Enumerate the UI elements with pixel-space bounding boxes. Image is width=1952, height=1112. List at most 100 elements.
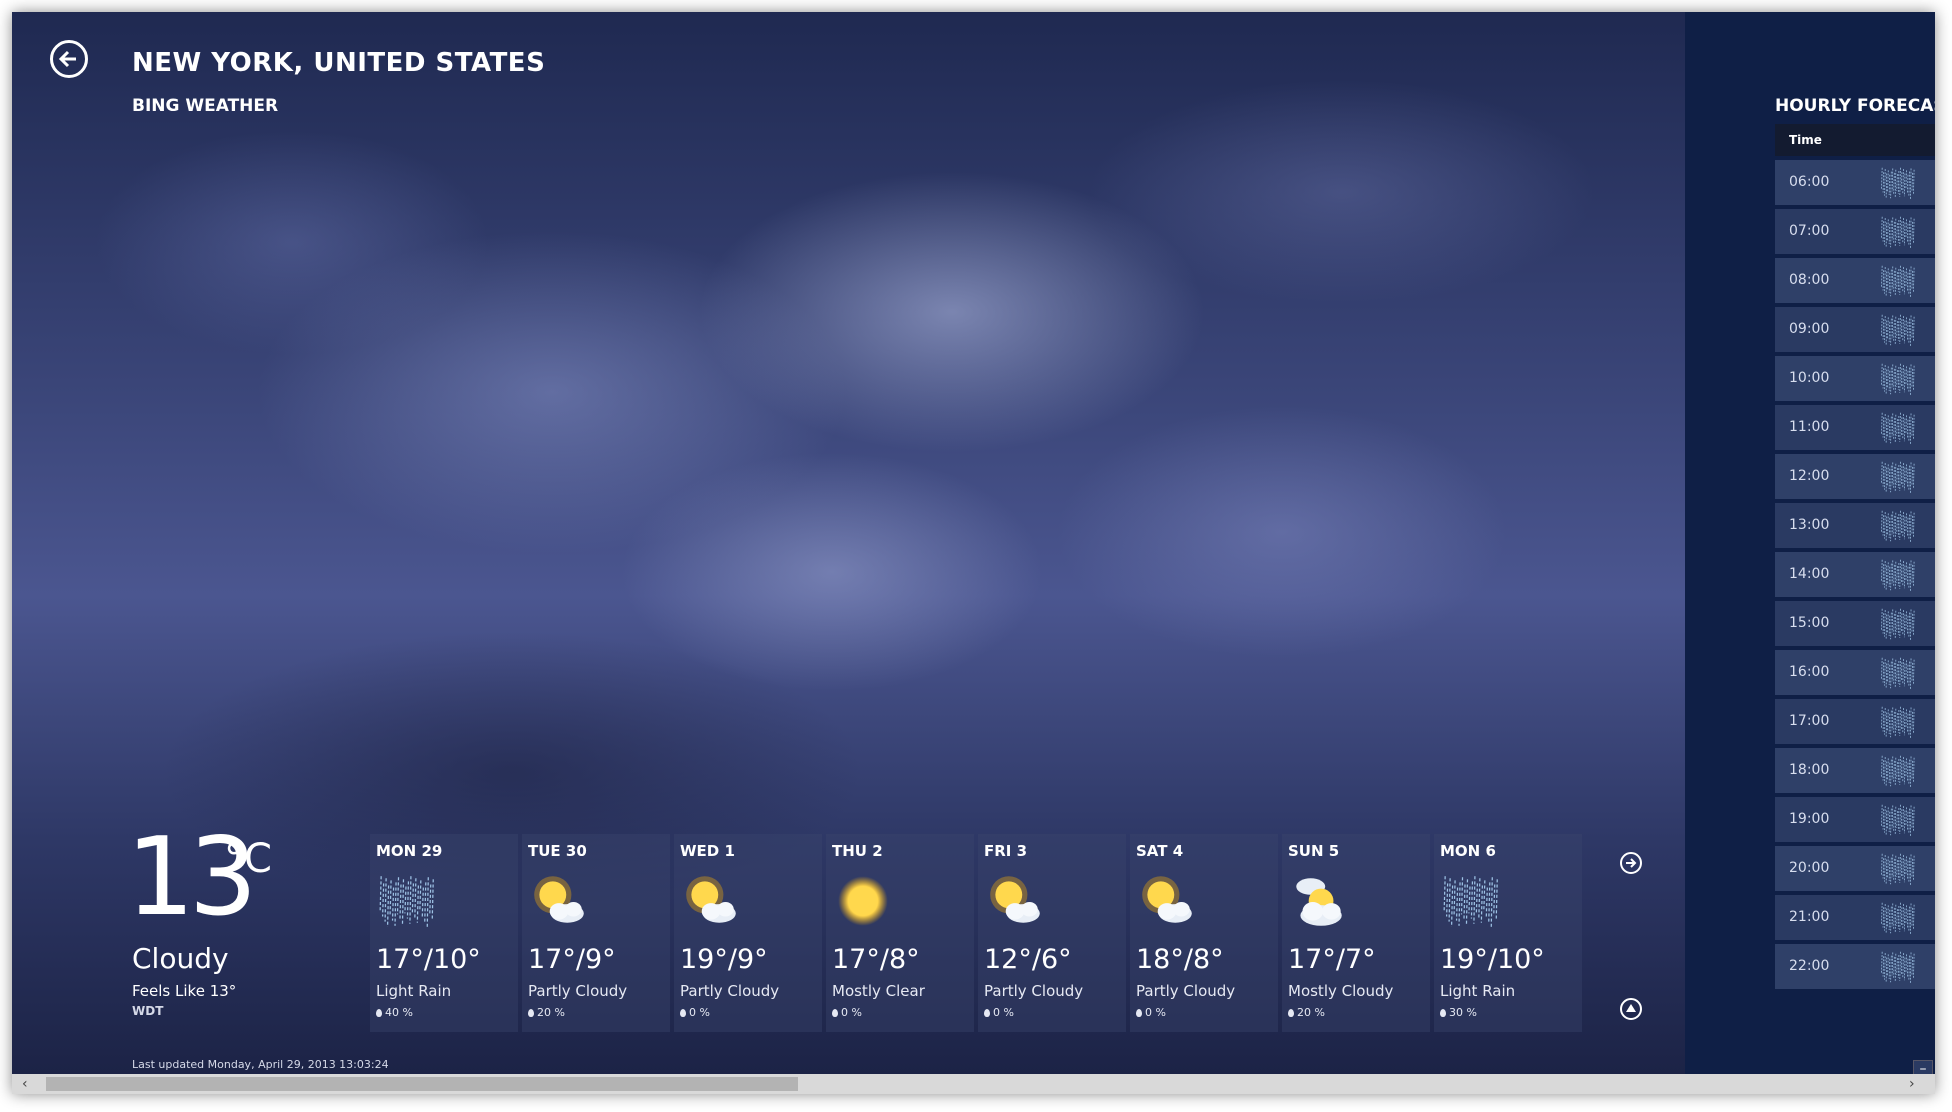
rain-icon <box>1879 213 1917 255</box>
day-condition: Partly Cloudy <box>680 982 780 1000</box>
mostly-cloudy-icon <box>1288 870 1350 936</box>
hour-time: 22:00 <box>1789 958 1830 974</box>
hourly-row: 13:00 <box>1775 503 1935 548</box>
hourly-row: 12:00 <box>1775 454 1935 499</box>
hour-time: 10:00 <box>1789 370 1830 386</box>
hourly-table: Time 06:00 07:00 08:00 09:00 10:00 11:00 12:00… <box>1775 124 1935 989</box>
horizontal-scrollbar[interactable]: ‹ › <box>12 1074 1935 1094</box>
precip-value: 0 % <box>993 1006 1014 1019</box>
day-tile[interactable]: SUN 5 17°/7° Mostly Cloudy 20 % <box>1282 834 1430 1032</box>
day-tile[interactable]: FRI 3 12°/6° Partly Cloudy 0 % <box>978 834 1126 1032</box>
rain-icon <box>1879 262 1917 304</box>
raindrop-icon <box>680 1009 686 1017</box>
day-precipitation: 20 % <box>528 1006 565 1019</box>
day-condition: Partly Cloudy <box>528 982 628 1000</box>
precip-value: 0 % <box>1145 1006 1166 1019</box>
hour-time: 17:00 <box>1789 713 1830 729</box>
day-name: WED 1 <box>680 842 735 860</box>
rain-icon <box>1879 703 1917 745</box>
day-condition: Light Rain <box>376 982 452 1000</box>
next-button[interactable] <box>1620 852 1642 874</box>
scroll-up-button[interactable] <box>1620 998 1642 1020</box>
day-condition: Mostly Cloudy <box>1288 982 1394 1000</box>
day-precipitation: 0 % <box>832 1006 862 1019</box>
arrow-right-icon <box>1626 858 1637 868</box>
day-condition: Light Rain <box>1440 982 1516 1000</box>
day-temps: 17°/9° <box>528 944 616 975</box>
hour-time: 13:00 <box>1789 517 1830 533</box>
feels-like: Feels Like 13° <box>132 982 237 1000</box>
hour-time: 12:00 <box>1789 468 1830 484</box>
scroll-right-icon[interactable]: › <box>1909 1074 1925 1094</box>
hourly-row: 07:00 <box>1775 209 1935 254</box>
rain-icon <box>1879 752 1917 794</box>
day-name: FRI 3 <box>984 842 1028 860</box>
hourly-row: 16:00 <box>1775 650 1935 695</box>
day-name: SAT 4 <box>1136 842 1184 860</box>
partly-cloudy-icon <box>1136 870 1198 936</box>
day-temps: 12°/6° <box>984 944 1072 975</box>
day-temps: 18°/8° <box>1136 944 1224 975</box>
rain-icon <box>1879 605 1917 647</box>
day-precipitation: 0 % <box>680 1006 710 1019</box>
hourly-row: 09:00 <box>1775 307 1935 352</box>
hour-time: 20:00 <box>1789 860 1830 876</box>
rain-icon <box>1879 409 1917 451</box>
current-condition: Cloudy <box>132 942 229 975</box>
daily-forecast: MON 29 17°/10° Light Rain 40 % TUE 30 17°/9° P… <box>370 834 1586 1032</box>
partly-cloudy-icon <box>984 870 1046 936</box>
day-temps: 19°/10° <box>1440 944 1545 975</box>
hour-time: 19:00 <box>1789 811 1830 827</box>
precip-value: 30 % <box>1449 1006 1477 1019</box>
precip-value: 0 % <box>841 1006 862 1019</box>
partly-cloudy-icon <box>528 870 590 936</box>
rain-icon <box>1879 164 1917 206</box>
rain-icon <box>1879 507 1917 549</box>
day-tile[interactable]: SAT 4 18°/8° Partly Cloudy 0 % <box>1130 834 1278 1032</box>
day-tile[interactable]: MON 29 17°/10° Light Rain 40 % <box>370 834 518 1032</box>
partly-cloudy-icon <box>680 870 742 936</box>
hour-time: 08:00 <box>1789 272 1830 288</box>
day-precipitation: 30 % <box>1440 1006 1477 1019</box>
raindrop-icon <box>528 1009 534 1017</box>
hour-time: 14:00 <box>1789 566 1830 582</box>
hourly-row: 20:00 <box>1775 846 1935 891</box>
hour-time: 07:00 <box>1789 223 1830 239</box>
rain-icon <box>1879 899 1917 941</box>
hourly-row: 11:00 <box>1775 405 1935 450</box>
hour-time: 11:00 <box>1789 419 1830 435</box>
raindrop-icon <box>832 1009 838 1017</box>
last-updated: Last updated Monday, April 29, 2013 13:0… <box>132 1058 389 1071</box>
data-source: WDT <box>132 1004 164 1018</box>
hourly-row: 15:00 <box>1775 601 1935 646</box>
day-temps: 17°/8° <box>832 944 920 975</box>
hour-time: 06:00 <box>1789 174 1830 190</box>
day-name: THU 2 <box>832 842 883 860</box>
hour-time: 18:00 <box>1789 762 1830 778</box>
raindrop-icon <box>1136 1009 1142 1017</box>
back-button[interactable] <box>50 40 88 78</box>
location-title: NEW YORK, UNITED STATES <box>132 48 546 78</box>
scroll-left-icon[interactable]: ‹ <box>22 1074 38 1094</box>
rain-icon <box>1879 850 1917 892</box>
hourly-row: 06:00 <box>1775 160 1935 205</box>
rain-icon <box>1879 360 1917 402</box>
hourly-row: 10:00 <box>1775 356 1935 401</box>
day-tile[interactable]: THU 2 17°/8° Mostly Clear 0 % <box>826 834 974 1032</box>
day-temps: 17°/10° <box>376 944 481 975</box>
day-condition: Partly Cloudy <box>1136 982 1236 1000</box>
day-name: SUN 5 <box>1288 842 1340 860</box>
hourly-title: HOURLY FORECAST <box>1775 96 1935 116</box>
rain-icon <box>1879 556 1917 598</box>
triangle-up-icon <box>1626 1004 1636 1012</box>
hour-time: 21:00 <box>1789 909 1830 925</box>
day-tile[interactable]: MON 6 19°/10° Light Rain 30 % <box>1434 834 1582 1032</box>
temperature-unit[interactable]: °C <box>224 836 272 882</box>
day-tile[interactable]: WED 1 19°/9° Partly Cloudy 0 % <box>674 834 822 1032</box>
hour-time: 09:00 <box>1789 321 1830 337</box>
day-tile[interactable]: TUE 30 17°/9° Partly Cloudy 20 % <box>522 834 670 1032</box>
sun-icon <box>832 870 894 936</box>
scrollbar-thumb[interactable] <box>46 1077 798 1091</box>
day-precipitation: 20 % <box>1288 1006 1325 1019</box>
day-precipitation: 40 % <box>376 1006 413 1019</box>
